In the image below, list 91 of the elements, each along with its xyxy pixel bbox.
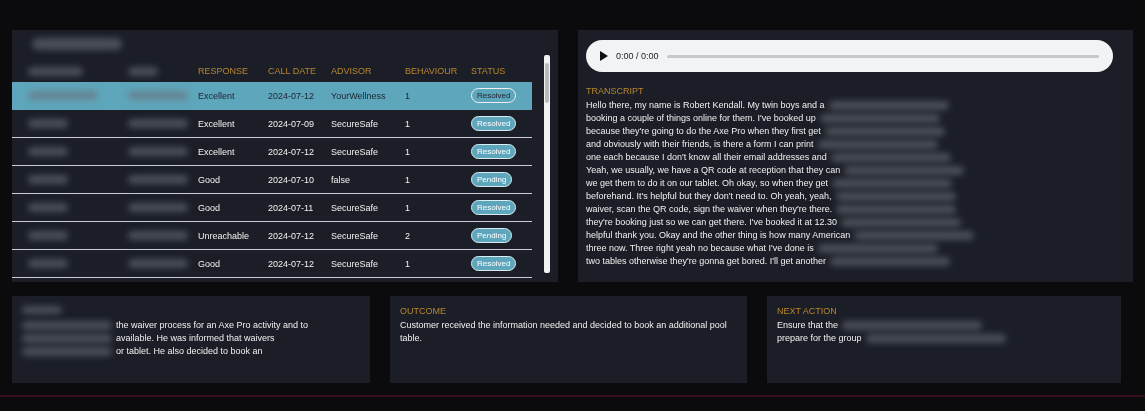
transcript-text: helpful thank you. Okay and the other thing is how many American bbox=[586, 229, 851, 242]
table-cell-text: SecureSafe bbox=[331, 146, 380, 157]
table-cell-text: 1 bbox=[405, 118, 411, 129]
audio-progress-track[interactable] bbox=[666, 54, 1099, 58]
table-cell-text: Good bbox=[198, 258, 222, 269]
table-cell-text: 1 bbox=[405, 90, 411, 101]
table-row[interactable]: Excellent 2024-07-12 YourWellness 1 Resolved bbox=[12, 82, 532, 110]
blurred-text bbox=[128, 119, 188, 128]
table-cell-text: Good bbox=[198, 174, 222, 185]
card-text: or tablet. He also decided to book an bbox=[116, 345, 263, 358]
transcript-text: one each because I don't know all their email addresses and bbox=[586, 151, 827, 164]
status-badge: Resolved bbox=[471, 200, 517, 215]
table-row[interactable]: Excellent 2024-07-09 SecureSafe 1 Resolved bbox=[12, 110, 532, 138]
table-cell-text: 2024-07-12 bbox=[268, 90, 316, 101]
blurred-text bbox=[128, 231, 188, 240]
table-cell-text: SecureSafe bbox=[331, 118, 380, 129]
table-cell-text: 1 bbox=[405, 174, 411, 185]
table-row[interactable]: Unreachable 2024-07-12 SecureSafe 2 Pending bbox=[12, 222, 532, 250]
blurred-text bbox=[128, 91, 188, 100]
transcript-heading: TRANSCRIPT bbox=[586, 86, 645, 96]
status-badge: Resolved bbox=[471, 144, 517, 159]
transcript-text: waiver, scan the QR code, sign the waiver when they're there. bbox=[586, 203, 833, 216]
status-badge: Pending bbox=[471, 172, 513, 187]
transcript-text: two tables otherwise they're gonna get bored. I'll get another bbox=[586, 255, 827, 268]
card-text: Customer received the information needed and decided to book an additional pool bbox=[400, 319, 727, 332]
transcript-text: and obviously with their friends, is there a form I can print bbox=[586, 138, 814, 151]
blurred-text bbox=[28, 203, 68, 212]
table-cell-text: SecureSafe bbox=[331, 258, 380, 269]
status-badge: Resolved bbox=[471, 256, 517, 271]
audio-player[interactable]: 0:00 / 0:00 bbox=[586, 40, 1113, 72]
transcript-text: booking a couple of things online for them. I've booked up bbox=[586, 112, 816, 125]
column-header: STATUS bbox=[471, 66, 507, 76]
table-row[interactable]: Good 2024-07-12 SecureSafe 1 Resolved bbox=[12, 250, 532, 278]
transcript-text: three now. Three right yeah no because what I've done is bbox=[586, 242, 814, 255]
column-header: RESPONSE bbox=[198, 66, 249, 76]
card-text: prepare for the group bbox=[777, 332, 862, 345]
table-cell-text: YourWellness bbox=[331, 90, 387, 101]
status-badge: Resolved bbox=[471, 116, 517, 131]
table-cell-text: 2024-07-12 bbox=[268, 146, 316, 157]
play-icon[interactable] bbox=[600, 51, 608, 61]
column-header: BEHAVIOUR bbox=[405, 66, 459, 76]
table-cell-text: 1 bbox=[405, 258, 411, 269]
column-header: ADVISOR bbox=[331, 66, 373, 76]
table-cell-text: Excellent bbox=[198, 146, 236, 157]
column-header: CALL DATE bbox=[268, 66, 317, 76]
blurred-text bbox=[28, 66, 83, 76]
transcript-text: they're booking just so we can get there. I've booked it at 12.30 bbox=[586, 216, 838, 229]
table-row[interactable]: Good 2024-07-10 false 1 Pending bbox=[12, 166, 532, 194]
table-cell-text: 1 bbox=[405, 146, 411, 157]
transcript-text: because they're going to do the Axe Pro when they first get bbox=[586, 125, 821, 138]
scrollbar[interactable] bbox=[544, 55, 550, 273]
blurred-text bbox=[28, 231, 68, 240]
table-cell-text: Good bbox=[198, 202, 222, 213]
blurred-text bbox=[28, 91, 98, 100]
blurred-text bbox=[28, 175, 68, 184]
card-text: Ensure that the bbox=[777, 319, 839, 332]
table-cell-text: false bbox=[331, 174, 351, 185]
table-cell-text: 1 bbox=[405, 202, 411, 213]
table-cell-text: Excellent bbox=[198, 118, 236, 129]
table-cell-text: 2024-07-12 bbox=[268, 258, 316, 269]
table-cell-text: SecureSafe bbox=[331, 230, 380, 241]
table-row[interactable]: Excellent 2024-07-12 SecureSafe 1 Resolved bbox=[12, 138, 532, 166]
table-row[interactable]: Good 2024-07-11 SecureSafe 1 Resolved bbox=[12, 194, 532, 222]
card-text: the waiver process for an Axe Pro activity and to bbox=[116, 319, 309, 332]
blurred-text bbox=[128, 203, 188, 212]
table-cell-text: 2024-07-12 bbox=[268, 230, 316, 241]
table-cell-text: Excellent bbox=[198, 90, 236, 101]
transcript-text: Yeah, we usually, we have a QR code at reception that they can bbox=[586, 164, 841, 177]
table-cell-text: SecureSafe bbox=[331, 202, 380, 213]
audio-time: 0:00 / 0:00 bbox=[616, 51, 659, 61]
table-cell-text: 2 bbox=[405, 230, 411, 241]
card-heading: OUTCOME bbox=[400, 306, 447, 316]
table-cell-text: 2024-07-10 bbox=[268, 174, 316, 185]
blurred-text bbox=[28, 259, 68, 268]
blurred-text bbox=[22, 306, 62, 314]
blurred-text bbox=[128, 259, 188, 268]
card-text: available. He was informed that waivers bbox=[116, 332, 275, 345]
status-badge: Pending bbox=[471, 228, 513, 243]
transcript-text: beforehand. It's helpful but they don't need to. Oh yeah, yeah, bbox=[586, 190, 832, 203]
table-cell-text: Unreachable bbox=[198, 230, 251, 241]
blurred-text bbox=[28, 119, 68, 128]
transcript-text: Hello there, my name is Robert Kendall. My twin boys and a bbox=[586, 99, 825, 112]
blurred-text bbox=[128, 147, 188, 156]
table-cell-text: 2024-07-11 bbox=[268, 202, 315, 213]
table-cell-text: 2024-07-09 bbox=[268, 118, 316, 129]
card-text: table. bbox=[400, 332, 423, 345]
blurred-text bbox=[128, 175, 188, 184]
transcript-text: we get them to do it on our tablet. Oh okay, so when they get bbox=[586, 177, 828, 190]
blurred-text bbox=[28, 147, 68, 156]
card-heading: NEXT ACTION bbox=[777, 306, 838, 316]
blurred-text bbox=[128, 66, 158, 76]
